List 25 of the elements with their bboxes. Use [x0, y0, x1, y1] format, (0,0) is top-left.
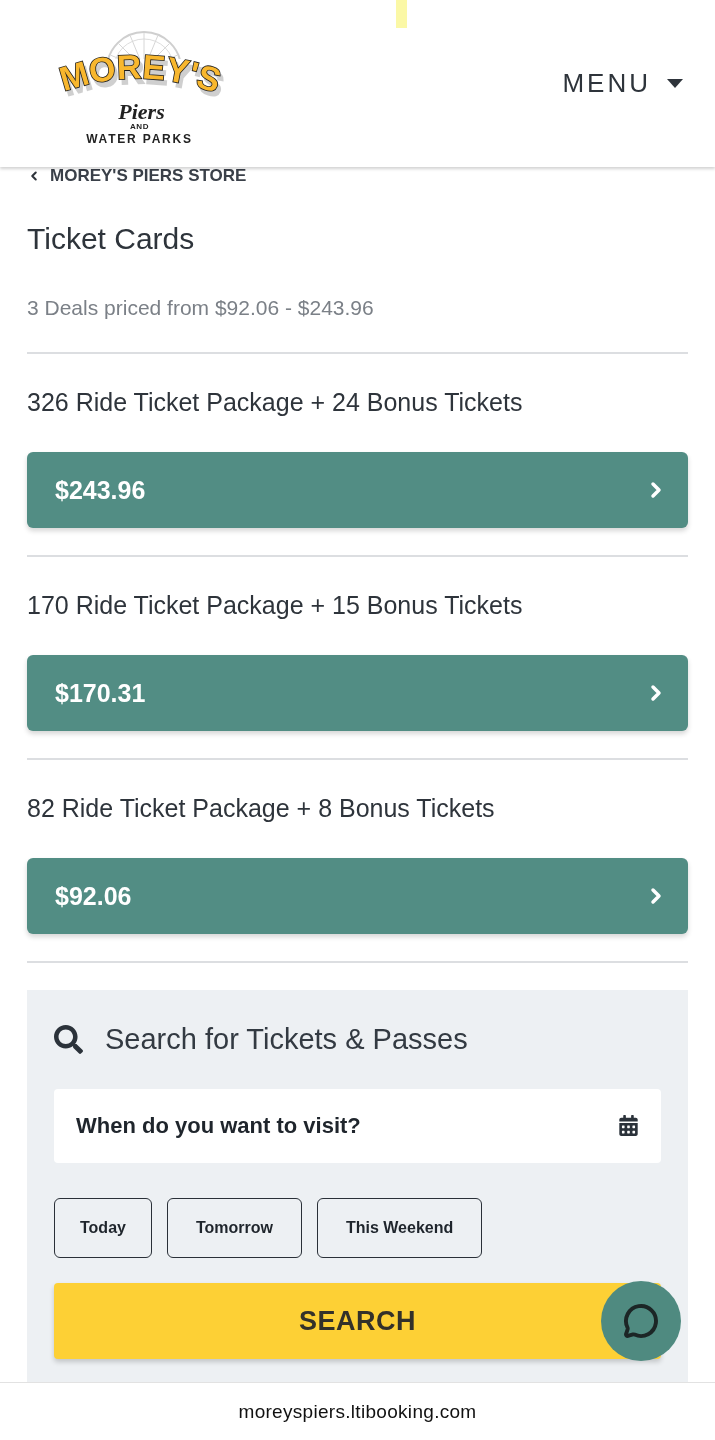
highlight-strip [396, 0, 407, 28]
logo-script: Piers [118, 101, 165, 122]
date-field[interactable]: When do you want to visit? [54, 1089, 661, 1163]
back-link[interactable]: MOREY'S PIERS STORE [27, 167, 247, 185]
price-button[interactable]: $243.96 [27, 452, 688, 528]
price-button[interactable]: $92.06 [27, 858, 688, 934]
logo-conjunction: AND [130, 123, 149, 131]
date-chip[interactable]: This Weekend [316, 1198, 483, 1258]
date-chip[interactable]: Tomorrow [166, 1198, 302, 1258]
deal-title: 82 Ride Ticket Package + 8 Bonus Tickets [27, 793, 496, 823]
price-button[interactable]: $170.31 [27, 655, 688, 731]
menu-button[interactable]: MENU [562, 64, 683, 103]
address-url: moreyspiers.ltibooking.com [238, 1400, 477, 1423]
date-chip[interactable]: Today [54, 1198, 152, 1258]
search-icon [54, 1024, 83, 1054]
caret-icon [667, 79, 683, 88]
logo-subtitle: WATER PARKS [86, 133, 193, 146]
chat-bubble-icon [623, 1303, 659, 1339]
search-button[interactable]: SEARCH [54, 1283, 661, 1359]
deal-title: 326 Ride Ticket Package + 24 Bonus Tickets [27, 387, 524, 417]
page-title: Ticket Cards [27, 221, 196, 257]
deal-title: 170 Ride Ticket Package + 15 Bonus Tickets [27, 590, 524, 620]
calendar-icon [618, 1115, 639, 1136]
deals-summary: 3 Deals priced from $92.06 - $243.96 [27, 295, 375, 321]
search-panel-title: Search for Tickets & Passes [105, 1022, 468, 1056]
